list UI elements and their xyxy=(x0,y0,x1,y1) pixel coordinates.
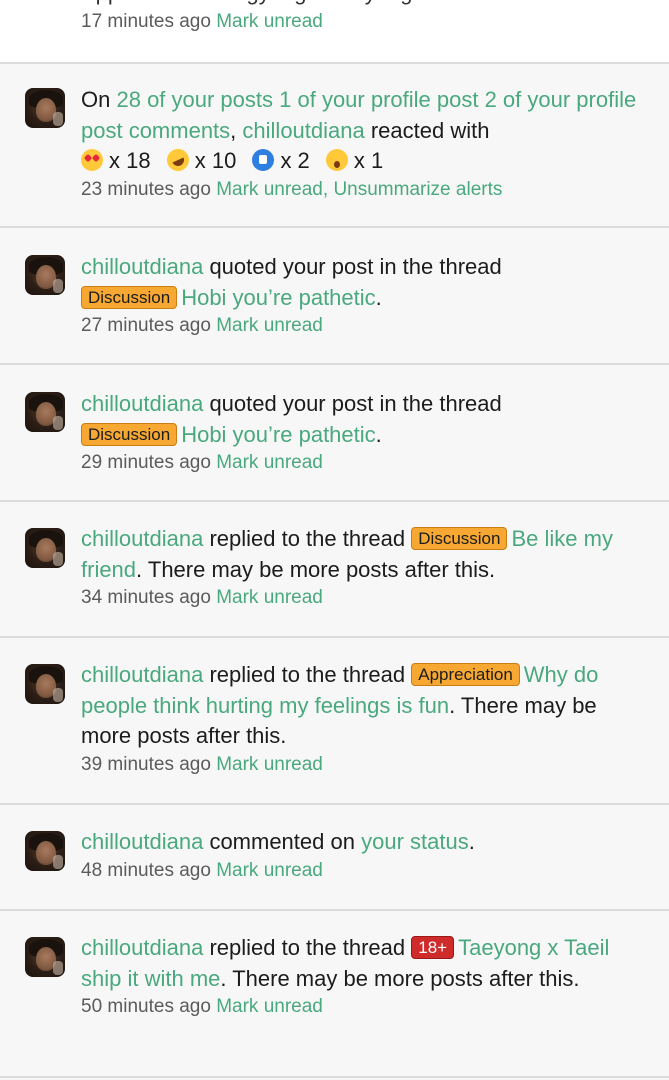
thread-prefix-label[interactable]: Discussion xyxy=(81,422,178,446)
reaction-count: x 18 xyxy=(109,148,151,173)
mark-unread-link[interactable]: Mark unread xyxy=(216,587,323,608)
separator: , xyxy=(322,178,329,200)
avatar[interactable] xyxy=(25,937,65,977)
username-link[interactable]: chilloutdiana xyxy=(81,935,203,960)
alert-text: replied to the thread xyxy=(209,935,406,960)
alert-time: 23 minutes ago xyxy=(81,178,211,200)
username-link[interactable]: chilloutdiana xyxy=(81,526,203,551)
alerts-feed: Appreciation Yangyang x Taeyong. 17 minu… xyxy=(0,0,669,1080)
laughing-emoji-icon xyxy=(163,145,193,175)
thread-link[interactable]: Hobi you’re pathetic xyxy=(181,422,375,447)
alert-item: chilloutdiana replied to the thread Appr… xyxy=(0,640,669,805)
alert-partial-text: Appreciation Yangyang x Taeyong. xyxy=(81,0,419,8)
alert-text: . There may be more posts after this. xyxy=(220,965,580,991)
username-link[interactable]: chilloutdiana xyxy=(81,391,203,416)
alert-text: reacted with xyxy=(370,117,490,143)
alert-text: , xyxy=(230,117,237,143)
alert-time: 39 minutes ago xyxy=(81,753,211,775)
reaction-count: x 1 xyxy=(353,148,384,173)
mark-unread-link[interactable]: Mark unread xyxy=(216,996,323,1017)
thumbs-up-icon xyxy=(252,149,275,171)
avatar[interactable] xyxy=(25,88,65,128)
mark-unread-link[interactable]: Mark unread xyxy=(216,11,323,32)
alert-time: 27 minutes ago xyxy=(81,315,211,336)
mark-unread-link[interactable]: Mark unread xyxy=(216,315,323,336)
alert-text: quoted your post in the thread xyxy=(209,391,502,416)
heart-eyes-emoji-icon xyxy=(81,149,103,171)
wow-emoji-icon xyxy=(325,149,348,171)
alert-time: 34 minutes ago xyxy=(81,587,211,608)
alert-text: On xyxy=(81,87,111,112)
thread-prefix-label[interactable]: Discussion xyxy=(81,285,178,309)
alert-item-partial: Appreciation Yangyang x Taeyong. 17 minu… xyxy=(0,0,669,64)
avatar[interactable] xyxy=(25,255,65,295)
alert-text: . xyxy=(375,421,382,447)
alert-time: 17 minutes ago xyxy=(81,11,211,32)
username-link[interactable]: chilloutdiana xyxy=(242,118,364,143)
alert-item: chilloutdiana quoted your post in the th… xyxy=(0,230,669,365)
username-link[interactable]: chilloutdiana xyxy=(81,662,203,687)
unsummarize-alerts-link[interactable]: Unsummarize alerts xyxy=(333,179,502,200)
thread-prefix-label[interactable]: Discussion xyxy=(411,527,508,550)
alert-text: replied to the thread xyxy=(209,526,406,551)
thread-link[interactable]: Hobi you’re pathetic xyxy=(181,285,375,310)
alert-time: 50 minutes ago xyxy=(81,996,211,1017)
alert-text: quoted your post in the thread xyxy=(209,254,502,279)
mark-unread-link[interactable]: Mark unread xyxy=(216,179,323,200)
alert-item: chilloutdiana replied to the thread 18+ T… xyxy=(0,913,669,1078)
username-link[interactable]: chilloutdiana xyxy=(81,254,203,279)
avatar[interactable] xyxy=(25,664,65,704)
thread-prefix-label[interactable]: 18+ xyxy=(411,936,455,959)
thread-prefix-label[interactable]: Appreciation xyxy=(411,663,520,686)
alert-text: . There may be more posts after this. xyxy=(136,556,496,582)
avatar[interactable] xyxy=(25,392,65,432)
reaction-count: x 2 xyxy=(280,148,310,173)
alert-text: . xyxy=(375,284,382,310)
avatar[interactable] xyxy=(25,528,65,568)
alert-item: chilloutdiana quoted your post in the th… xyxy=(0,367,669,502)
avatar[interactable] xyxy=(25,831,65,871)
alert-time: 48 minutes ago xyxy=(81,859,211,881)
mark-unread-link[interactable]: Mark unread xyxy=(216,860,323,881)
mark-unread-link[interactable]: Mark unread xyxy=(216,754,323,775)
reaction-count: x 10 xyxy=(194,148,237,173)
alert-text: . xyxy=(468,829,475,854)
alert-item: On 28 of your posts 1 of your profile po… xyxy=(0,64,669,228)
alert-text: replied to the thread xyxy=(209,662,406,687)
alert-time: 29 minutes ago xyxy=(81,452,211,473)
alert-item: chilloutdiana replied to the thread Disc… xyxy=(0,504,669,638)
alert-text: commented on xyxy=(209,829,355,854)
status-link[interactable]: your status xyxy=(361,829,469,854)
mark-unread-link[interactable]: Mark unread xyxy=(216,452,323,473)
username-link[interactable]: chilloutdiana xyxy=(81,829,203,854)
alert-item: chilloutdiana commented on your status. … xyxy=(0,807,669,911)
